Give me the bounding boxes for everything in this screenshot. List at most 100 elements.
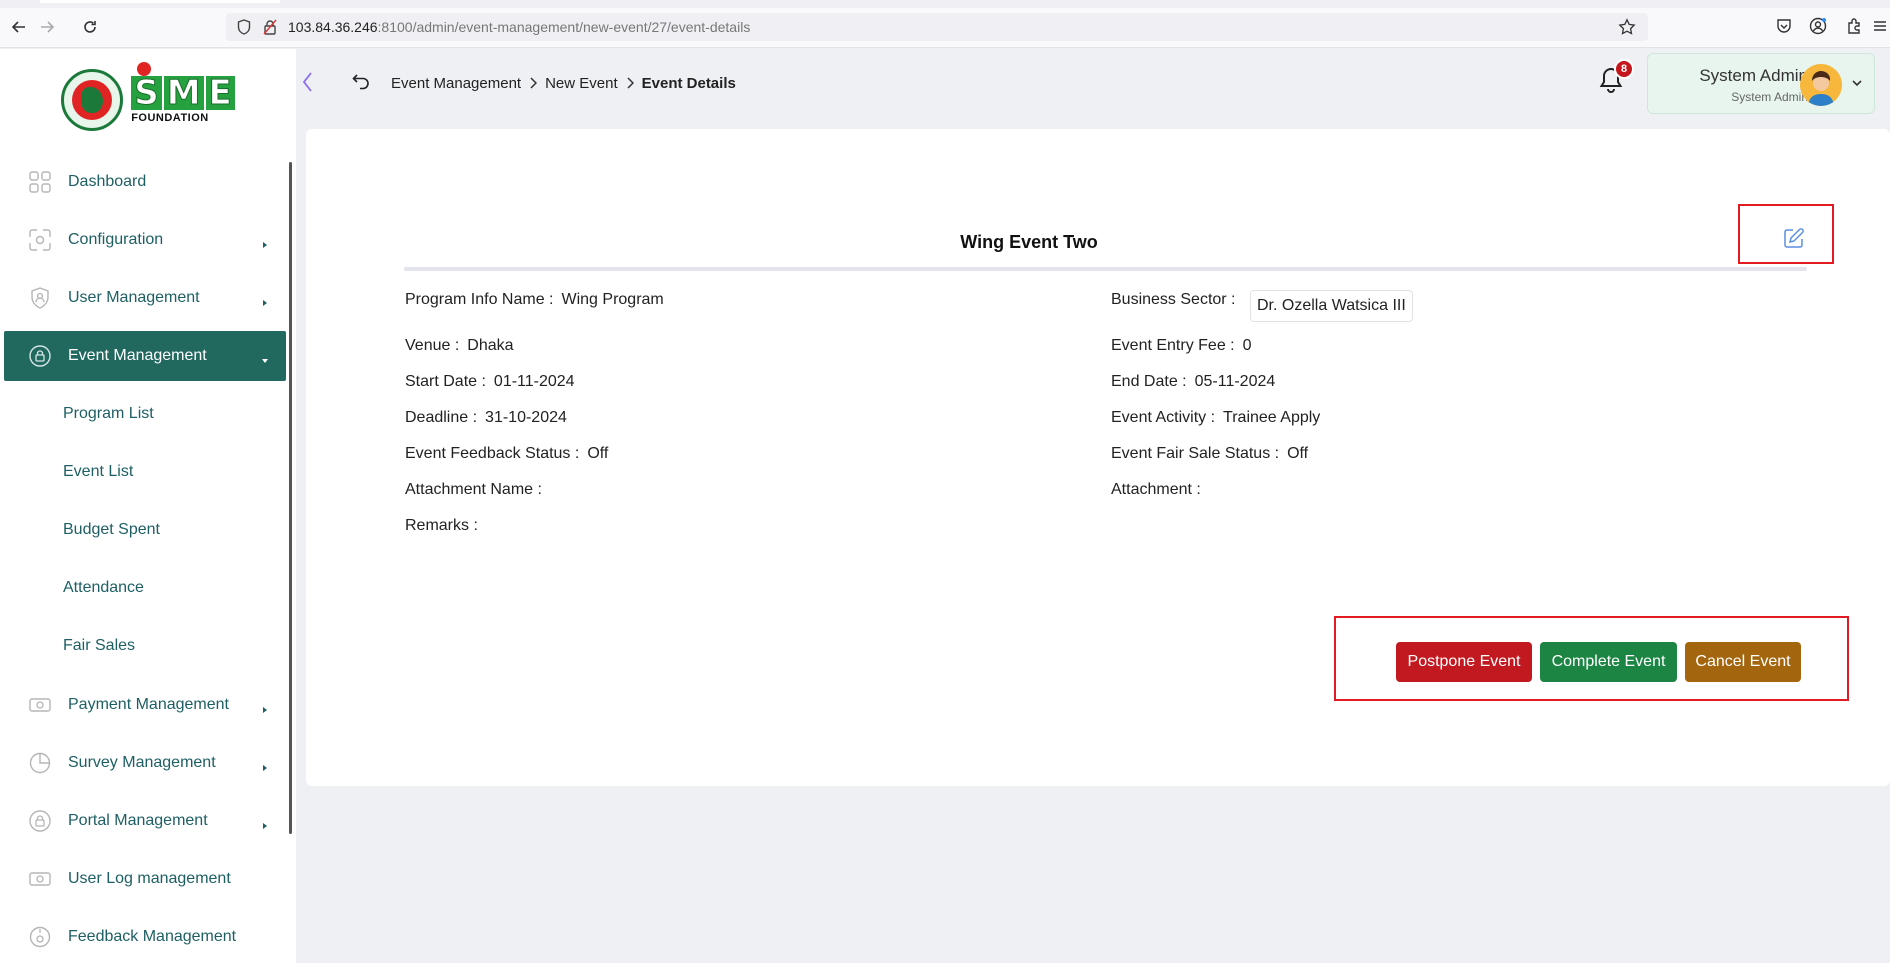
field-label: Remarks : [405, 517, 478, 534]
caret-right-icon [261, 294, 269, 306]
lock-circle-icon [28, 809, 52, 833]
sidebar-item-configuration[interactable]: Configuration [4, 215, 286, 265]
tracking-shield-icon[interactable] [236, 19, 252, 35]
sidebar-item-payment-management[interactable]: Payment Management [4, 680, 286, 730]
field-business-sector: Business Sector : [1111, 291, 1244, 309]
complete-event-button[interactable]: Complete Event [1540, 642, 1677, 682]
breadcrumb-event-management[interactable]: Event Management [391, 75, 521, 92]
edit-icon[interactable] [1783, 227, 1805, 249]
field-venue: Venue : Dhaka [405, 337, 514, 355]
caret-right-icon [261, 701, 269, 713]
field-deadline: Deadline : 31-10-2024 [405, 409, 567, 427]
sidebar: Dashboard Configuration User Management … [0, 151, 296, 963]
title-divider [404, 267, 1807, 271]
sme-foundation-logo: S M E FOUNDATION [131, 62, 235, 124]
browser-toolbar: 103.84.36.246:8100/admin/event-managemen… [0, 0, 1890, 48]
undo-back-icon[interactable] [350, 70, 372, 92]
field-value: Wing Program [561, 291, 664, 308]
postpone-event-button[interactable]: Postpone Event [1396, 642, 1532, 682]
brand-logo[interactable]: S M E FOUNDATION [61, 62, 235, 131]
field-label: Event Feedback Status : [405, 445, 580, 462]
pocket-icon[interactable] [1774, 16, 1794, 36]
sidebar-item-feedback-management[interactable]: Feedback Management [4, 912, 286, 962]
field-label: Venue : [405, 337, 460, 354]
configuration-icon [28, 228, 52, 252]
logo-letter: M [163, 76, 204, 111]
field-program-info-name: Program Info Name : Wing Program [405, 291, 664, 309]
sidebar-item-label: Payment Management [68, 696, 229, 713]
field-event-activity: Event Activity : Trainee Apply [1111, 409, 1320, 427]
sidebar-item-label: Survey Management [68, 754, 216, 771]
breadcrumb-event-details: Event Details [641, 75, 736, 92]
caret-right-icon [261, 236, 269, 248]
field-entry-fee: Event Entry Fee : 0 [1111, 337, 1252, 355]
logo-letter: E [205, 76, 235, 111]
sidebar-subitem-fair-sales[interactable]: Fair Sales [63, 637, 135, 655]
field-value: Dhaka [467, 337, 514, 354]
sidebar-item-survey-management[interactable]: Survey Management [4, 738, 286, 788]
government-emblem-icon [61, 69, 124, 131]
field-value: Off [587, 445, 609, 462]
sidebar-item-user-management[interactable]: User Management [4, 273, 286, 323]
feedback-icon [28, 925, 52, 949]
shield-user-icon [28, 286, 52, 310]
breadcrumb-new-event[interactable]: New Event [545, 75, 618, 92]
browser-active-tab[interactable] [40, 0, 280, 3]
pie-chart-icon [28, 751, 52, 775]
sidebar-item-user-log-management[interactable]: User Log management [4, 854, 286, 904]
sidebar-subitem-program-list[interactable]: Program List [63, 405, 154, 423]
insecure-lock-icon[interactable] [262, 19, 278, 35]
bookmark-star-icon[interactable] [1618, 18, 1636, 36]
sidebar-collapse-icon[interactable] [298, 68, 316, 96]
url-host: 103.84.36.246 [288, 19, 378, 35]
field-value: Trainee Apply [1223, 409, 1321, 426]
user-profile-menu[interactable]: System Admin System Admin [1647, 53, 1875, 114]
sidebar-scrollbar[interactable] [289, 162, 292, 834]
sidebar-item-label: User Management [68, 289, 200, 306]
menu-icon[interactable] [1872, 16, 1888, 36]
cancel-event-button[interactable]: Cancel Event [1685, 642, 1801, 682]
field-label: End Date : [1111, 373, 1187, 390]
field-label: Event Activity : [1111, 409, 1216, 426]
sidebar-item-label: Portal Management [68, 812, 208, 829]
user-role: System Admin [1731, 90, 1808, 104]
field-label: Event Entry Fee : [1111, 337, 1235, 354]
field-remarks: Remarks : [405, 517, 486, 535]
field-start-date: Start Date : 01-11-2024 [405, 373, 575, 391]
field-attachment-name: Attachment Name : [405, 481, 550, 499]
caret-down-icon [261, 352, 269, 363]
forward-arrow-icon[interactable] [36, 16, 58, 38]
event-title: Wing Event Two [960, 232, 1098, 252]
field-label: Start Date : [405, 373, 486, 390]
avatar [1800, 64, 1842, 106]
browser-tab-strip [0, 0, 1890, 8]
sidebar-item-label: User Log management [68, 870, 231, 887]
sidebar-item-label: Dashboard [68, 173, 147, 190]
logo-letter: S [131, 76, 162, 111]
sidebar-item-portal-management[interactable]: Portal Management [4, 796, 286, 846]
chevron-down-icon[interactable] [1850, 76, 1864, 90]
sidebar-subitem-attendance[interactable]: Attendance [63, 579, 144, 597]
sidebar-subitem-budget-spent[interactable]: Budget Spent [63, 521, 160, 539]
field-label: Attachment Name : [405, 481, 542, 498]
chevron-right-icon [626, 76, 634, 92]
sidebar-item-label: Configuration [68, 231, 164, 248]
sidebar-item-dashboard[interactable]: Dashboard [4, 157, 286, 207]
caret-right-icon [261, 759, 269, 771]
back-arrow-icon[interactable] [8, 16, 30, 38]
lock-circle-icon [28, 344, 52, 368]
url-text[interactable]: 103.84.36.246:8100/admin/event-managemen… [288, 19, 750, 35]
business-sector-chip: Dr. Ozella Watsica III [1250, 290, 1413, 322]
reload-icon[interactable] [79, 16, 101, 38]
sidebar-item-label: Feedback Management [68, 928, 237, 945]
field-feedback-status: Event Feedback Status : Off [405, 445, 608, 463]
account-icon[interactable] [1808, 16, 1828, 36]
extensions-icon[interactable] [1845, 16, 1865, 36]
url-bar[interactable]: 103.84.36.246:8100/admin/event-managemen… [226, 13, 1648, 41]
money-icon [28, 693, 52, 717]
user-name: System Admin [1699, 66, 1808, 85]
sidebar-subitem-event-list[interactable]: Event List [63, 463, 133, 481]
chevron-right-icon [529, 76, 538, 92]
sidebar-item-event-management[interactable]: Event Management [4, 331, 286, 381]
field-label: Deadline : [405, 409, 478, 426]
